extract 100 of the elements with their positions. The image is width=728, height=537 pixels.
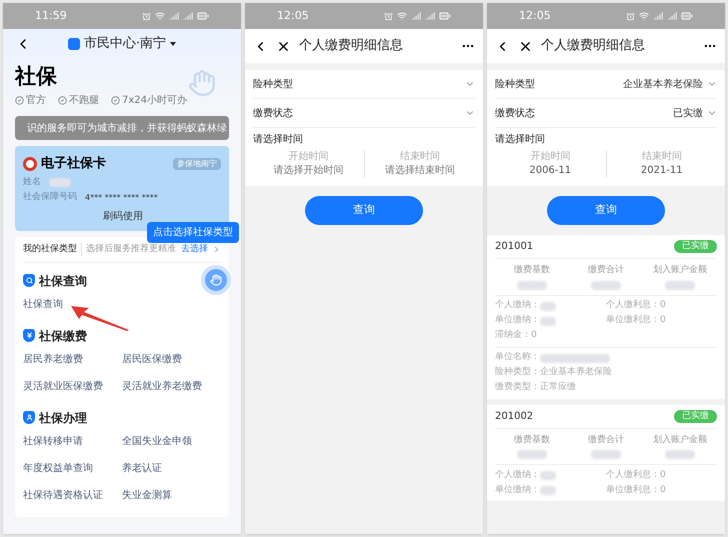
tooltip: 点击选择社保类型 (147, 222, 239, 243)
check-icon (111, 96, 120, 106)
section-title: 社保办理 (39, 410, 87, 427)
signal-icon (653, 11, 663, 21)
service-link[interactable]: 养老认证 (122, 460, 162, 476)
column-heading: 缴费合计 (588, 264, 624, 277)
blurred-value (517, 450, 547, 459)
detail-label: 个人缴利息： (606, 468, 660, 482)
blurred-value (591, 450, 621, 459)
alarm-icon (384, 12, 393, 20)
blurred-value (591, 280, 621, 290)
feature-tag: 不跑腿 (69, 93, 99, 108)
scan-code-link[interactable]: 刷码使用 (103, 209, 143, 224)
status-time: 11:59 (35, 8, 67, 24)
column-heading: 划入账户金额 (653, 434, 707, 446)
detail-label: 单位缴利息： (606, 314, 660, 328)
feature-tag: 官方 (26, 93, 46, 108)
service-link[interactable]: 居民医保缴费 (122, 352, 182, 367)
page-title: 社保 (15, 63, 58, 90)
column-heading: 缴费基数 (514, 264, 550, 277)
detail-value: 0 (660, 314, 666, 328)
service-link[interactable]: 灵活就业医保缴费 (23, 378, 103, 394)
emblem-icon (23, 157, 37, 171)
shield-person-icon (23, 411, 35, 424)
column-heading: 缴费基数 (514, 434, 550, 446)
date-picker[interactable]: 结束时间 请选择结束时间 (364, 150, 475, 178)
caret-icon[interactable] (170, 42, 176, 46)
service-link[interactable]: 年度权益单查询 (23, 460, 93, 476)
battery-icon (439, 10, 451, 22)
notice-text: 识的服务即可为城市减排，并获得蚂蚁森林绿 (27, 122, 227, 136)
select-field[interactable]: 险种类型 企业基本养老保险 (495, 70, 717, 99)
info-value: 企业基本养老保险 (540, 366, 612, 380)
signal-icon (169, 11, 179, 21)
info-label: 单位名称： (495, 351, 540, 364)
detail-value: 0 (660, 468, 666, 482)
location-selector[interactable]: 市民中心·南宁 (84, 34, 166, 54)
info-label: 险种类型： (495, 366, 540, 380)
date-picker[interactable]: 开始时间 请选择开始时间 (253, 150, 364, 178)
section-title: 社保缴费 (39, 328, 87, 345)
record-period: 201001 (495, 240, 534, 254)
info-value: 正常应缴 (540, 381, 576, 394)
page-title: 个人缴费明细信息 (541, 37, 646, 56)
date-picker[interactable]: 结束时间 2021-11 (606, 150, 717, 178)
service-link[interactable]: 灵活就业养老缴费 (122, 378, 202, 394)
signal-icon (411, 11, 421, 21)
id-label: 社会保障号码 (23, 191, 77, 204)
signal-icon (183, 11, 193, 21)
detail-label: 单位缴利息： (606, 484, 660, 497)
app-logo-icon (68, 38, 80, 50)
signal-icon (425, 11, 435, 21)
wifi-icon (397, 11, 407, 21)
detail-value: 0 (660, 299, 666, 312)
service-link[interactable]: 社保待遇资格认证 (23, 488, 103, 503)
feature-tag: 7x24小时可办 (122, 93, 188, 108)
info-label: 缴费类型： (495, 381, 540, 394)
card-title: 电子社保卡 (41, 155, 107, 174)
card-badge: 参保地南宁 (173, 158, 221, 170)
section-title: 社保查询 (39, 272, 87, 290)
detail-label: 个人缴利息： (606, 299, 660, 312)
service-link[interactable]: 居民养老缴费 (23, 352, 83, 367)
status-badge: 已实缴 (674, 410, 717, 422)
detail-value: 0 (531, 329, 537, 342)
detail-label: 个人缴纳： (495, 299, 540, 312)
blurred-value (540, 316, 556, 326)
signal-icon (667, 11, 677, 21)
detail-label: 单位缴纳： (495, 314, 540, 328)
date-picker[interactable]: 开始时间 2006-11 (495, 150, 606, 178)
column-heading: 缴费合计 (588, 434, 624, 446)
check-icon (58, 96, 67, 106)
time-label: 请选择时间 (495, 132, 546, 146)
detail-label: 滞纳金： (495, 329, 531, 342)
status-time: 12:05 (519, 8, 551, 24)
blurred-value (540, 486, 556, 495)
blurred-value (49, 178, 71, 187)
detail-label: 个人缴纳： (495, 468, 540, 482)
type-label: 我的社保类型 (23, 242, 77, 256)
blurred-value (540, 471, 556, 480)
battery-icon (197, 10, 209, 22)
column-heading: 划入账户金额 (653, 264, 707, 277)
detail-value: 0 (660, 484, 666, 497)
service-link[interactable]: 失业金测算 (122, 488, 172, 503)
wifi-icon (155, 11, 165, 21)
record-period: 201002 (495, 410, 534, 424)
select-field[interactable]: 险种类型 (253, 70, 475, 99)
blurred-value (517, 280, 547, 290)
wifi-icon (639, 11, 649, 21)
service-link[interactable]: 全国失业金申领 (122, 434, 192, 449)
query-button[interactable]: 查询 (547, 196, 665, 225)
name-label: 姓名 (23, 176, 41, 189)
shield-search-icon (23, 274, 35, 288)
service-link[interactable]: 社保转移申请 (23, 434, 83, 449)
page-title: 个人缴费明细信息 (299, 37, 404, 56)
status-time: 12:05 (277, 8, 309, 24)
select-field[interactable]: 缴费状态 已实缴 (495, 99, 717, 128)
query-button[interactable]: 查询 (305, 196, 423, 225)
service-link[interactable]: 社保查询 (23, 296, 63, 312)
status-badge: 已实缴 (674, 240, 717, 253)
choose-link[interactable]: 去选择 (181, 242, 208, 256)
blurred-value (540, 354, 610, 362)
select-field[interactable]: 缴费状态 (253, 99, 475, 128)
